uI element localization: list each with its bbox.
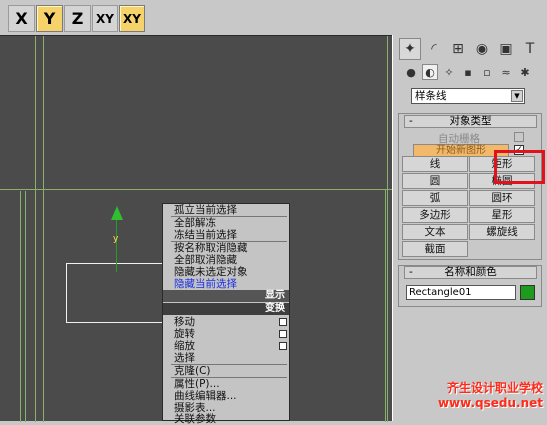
autogrid-checkbox[interactable] xyxy=(514,132,524,142)
gizmo-y-arrow-icon[interactable] xyxy=(111,206,123,220)
hierarchy-tab-icon[interactable]: ⊞ xyxy=(447,38,469,60)
menu-header-transform: 变换 xyxy=(163,303,289,315)
menu-item-properties[interactable]: 属性(P)... xyxy=(174,378,220,390)
scale-settings-box[interactable] xyxy=(279,342,287,350)
circle-button[interactable]: 圆 xyxy=(402,173,468,189)
gizmo-y-label: y xyxy=(113,234,119,244)
command-panel: ✦ ◜ ⊞ ◉ ▣ T ● ◐ ✧ ▪ ▫ ≈ ✱ 样条线 ▼ - 对象类型 自动… xyxy=(392,35,547,421)
cameras-icon[interactable]: ▪ xyxy=(460,64,476,80)
section-button[interactable]: 截面 xyxy=(402,241,468,257)
text-button[interactable]: 文本 xyxy=(402,224,468,240)
chevron-down-icon[interactable]: ▼ xyxy=(511,90,523,102)
name-color-header[interactable]: - 名称和颜色 xyxy=(404,266,537,279)
menu-item-curve-editor[interactable]: 曲线编辑器... xyxy=(174,390,237,402)
viewport-border xyxy=(387,36,388,422)
object-name-field[interactable]: Rectangle01 xyxy=(406,285,516,300)
geometry-icon[interactable]: ● xyxy=(403,64,419,80)
grid-line xyxy=(385,189,386,422)
menu-item-isolate[interactable]: 孤立当前选择 xyxy=(174,204,237,216)
shapes-icon[interactable]: ◐ xyxy=(422,64,438,80)
grid-line xyxy=(43,36,44,422)
rectangle-button-highlight xyxy=(494,150,545,184)
utilities-tab-icon[interactable]: T xyxy=(519,38,541,60)
menu-item-move[interactable]: 移动 xyxy=(174,316,195,328)
menu-item-hide-unselected[interactable]: 隐藏未选定对象 xyxy=(174,266,248,278)
helix-button[interactable]: 螺旋线 xyxy=(469,224,535,240)
menu-item-unhide-by-name[interactable]: 按名称取消隐藏 xyxy=(174,242,248,254)
menu-item-hide-selection[interactable]: 隐藏当前选择 xyxy=(174,278,237,290)
quad-context-menu: 孤立当前选择 全部解冻 冻结当前选择 按名称取消隐藏 全部取消隐藏 隐藏未选定对… xyxy=(162,203,290,425)
grid-line xyxy=(0,189,392,190)
watermark: 齐生设计职业学校 www.qsedu.net xyxy=(420,381,543,410)
menu-item-clone[interactable]: 克隆(C) xyxy=(174,365,211,377)
axis-x-button[interactable]: X xyxy=(8,5,35,32)
line-button[interactable]: 线 xyxy=(402,156,468,172)
menu-header-display: 显示 xyxy=(163,290,289,302)
display-tab-icon[interactable]: ▣ xyxy=(495,38,517,60)
move-settings-box[interactable] xyxy=(279,318,287,326)
menu-item-select[interactable]: 选择 xyxy=(174,352,195,364)
axis-xy-flyout-button[interactable]: XY xyxy=(119,5,145,32)
grid-line xyxy=(35,36,36,422)
axis-constraints-toolbar: X Y Z XY XY xyxy=(0,0,547,35)
axis-z-button[interactable]: Z xyxy=(64,5,91,32)
menu-item-unhide-all[interactable]: 全部取消隐藏 xyxy=(174,254,237,266)
axis-y-button[interactable]: Y xyxy=(36,5,63,32)
watermark-school-name: 齐生设计职业学校 xyxy=(446,381,543,395)
motion-tab-icon[interactable]: ◉ xyxy=(471,38,493,60)
object-type-header[interactable]: - 对象类型 xyxy=(404,115,537,128)
star-button[interactable]: 星形 xyxy=(469,207,535,223)
create-tab-icon[interactable]: ✦ xyxy=(399,38,421,60)
grid-line xyxy=(20,191,21,422)
watermark-url: www.qsedu.net xyxy=(437,396,543,410)
name-color-title: 名称和颜色 xyxy=(444,266,497,278)
grid-line xyxy=(25,191,26,422)
axis-xy-button[interactable]: XY xyxy=(92,5,118,32)
spacewarps-icon[interactable]: ≈ xyxy=(498,64,514,80)
donut-button[interactable]: 圆环 xyxy=(469,190,535,206)
menu-item-freeze-selection[interactable]: 冻结当前选择 xyxy=(174,229,237,241)
category-dropdown-value: 样条线 xyxy=(415,90,447,102)
category-dropdown[interactable]: 样条线 ▼ xyxy=(411,88,525,104)
arc-button[interactable]: 弧 xyxy=(402,190,468,206)
rotate-settings-box[interactable] xyxy=(279,330,287,338)
ngon-button[interactable]: 多边形 xyxy=(402,207,468,223)
menu-item-scale[interactable]: 缩放 xyxy=(174,340,195,352)
lights-icon[interactable]: ✧ xyxy=(441,64,457,80)
menu-item-rotate[interactable]: 旋转 xyxy=(174,328,195,340)
modify-tab-icon[interactable]: ◜ xyxy=(423,38,445,60)
helpers-icon[interactable]: ▫ xyxy=(479,64,495,80)
object-type-title: 对象类型 xyxy=(449,115,492,127)
menu-item-unfreeze-all[interactable]: 全部解冻 xyxy=(174,217,216,229)
object-color-swatch[interactable] xyxy=(520,285,535,300)
systems-icon[interactable]: ✱ xyxy=(517,64,533,80)
menu-item-wire-parameters[interactable]: 关联参数 xyxy=(174,413,216,425)
